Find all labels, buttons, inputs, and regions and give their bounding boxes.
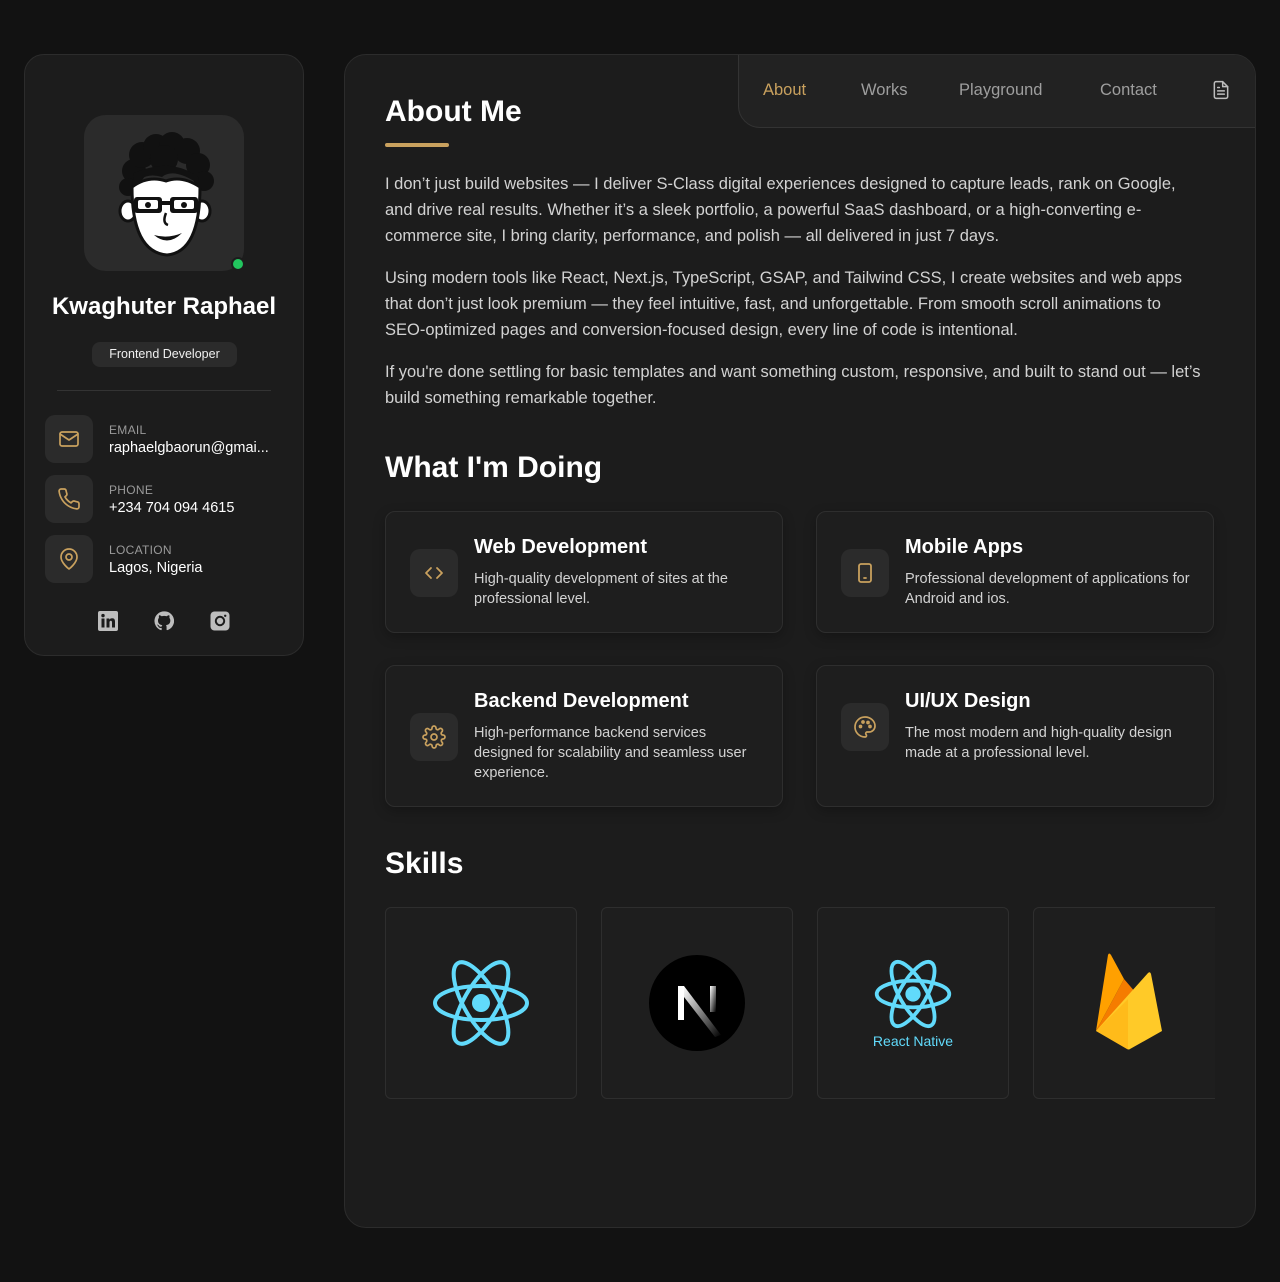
skills-title: Skills [385, 847, 464, 880]
nextjs-icon [649, 955, 745, 1051]
service-card-mobile: Mobile Apps Professional development of … [816, 511, 1214, 633]
social-links [25, 611, 303, 631]
about-paragraph: Using modern tools like React, Next.js, … [385, 269, 1182, 339]
email-value[interactable]: raphaelgbaorun@gmai... [109, 440, 269, 456]
main-content: About Works Playground Contact About Me … [344, 54, 1256, 1228]
document-icon[interactable] [1211, 79, 1231, 106]
skill-caption: React Native [872, 1033, 954, 1049]
profile-name: Kwaghuter Raphael [51, 293, 277, 320]
about-paragraph: If you're done settling for basic templa… [385, 363, 1201, 407]
about-paragraph: I don’t just build websites — I deliver … [385, 175, 1176, 245]
react-native-icon [874, 959, 952, 1029]
mail-icon [45, 415, 93, 463]
top-nav: About Works Playground Contact [738, 55, 1255, 128]
contact-location: LOCATION Lagos, Nigeria [45, 535, 295, 583]
contact-label: PHONE [109, 483, 154, 497]
nav-playground[interactable]: Playground [959, 81, 1042, 100]
react-icon [433, 960, 529, 1046]
nav-works[interactable]: Works [861, 81, 907, 100]
service-title: Web Development [474, 536, 647, 558]
online-status-dot [231, 257, 245, 271]
skill-card-firebase [1033, 907, 1215, 1099]
github-icon[interactable] [154, 611, 174, 631]
services-title: What I'm Doing [385, 451, 603, 484]
code-icon [410, 549, 458, 597]
phone-value[interactable]: +234 704 094 4615 [109, 500, 234, 516]
skill-card-nextjs [601, 907, 793, 1099]
nav-contact[interactable]: Contact [1100, 81, 1157, 100]
skill-card-react [385, 907, 577, 1099]
role-badge: Frontend Developer [92, 342, 237, 367]
about-title: About Me [385, 95, 522, 128]
cartoon-avatar-icon [118, 132, 214, 257]
instagram-icon[interactable] [210, 611, 230, 631]
service-title: Mobile Apps [905, 536, 1024, 558]
location-value: Lagos, Nigeria [109, 560, 203, 576]
service-card-backend: Backend Development High-performance bac… [385, 665, 783, 807]
service-card-web: Web Development High-quality development… [385, 511, 783, 633]
service-title: UI/UX Design [905, 690, 1031, 712]
contact-phone[interactable]: PHONE +234 704 094 4615 [45, 475, 295, 523]
skills-carousel[interactable]: React Native [385, 907, 1215, 1101]
service-card-uiux: UI/UX Design The most modern and high-qu… [816, 665, 1214, 807]
service-desc: Professional development of applications… [905, 571, 1190, 607]
title-underline [385, 143, 449, 147]
palette-icon [841, 703, 889, 751]
contact-email[interactable]: EMAIL raphaelgbaorun@gmai... [45, 415, 295, 463]
profile-sidebar: Kwaghuter Raphael Frontend Developer EMA… [24, 54, 304, 656]
service-desc: High-quality development of sites at the… [474, 571, 728, 607]
location-pin-icon [45, 535, 93, 583]
gear-icon [410, 713, 458, 761]
service-desc: The most modern and high-quality design … [905, 725, 1172, 761]
firebase-icon [1096, 953, 1162, 1050]
divider [57, 390, 271, 391]
service-desc: High-performance backend services design… [474, 725, 747, 781]
avatar [84, 115, 244, 271]
phone-icon [45, 475, 93, 523]
linkedin-icon[interactable] [98, 611, 118, 631]
nav-about[interactable]: About [763, 81, 806, 100]
skill-card-react-native: React Native [817, 907, 1009, 1099]
contact-label: EMAIL [109, 423, 147, 437]
mobile-icon [841, 549, 889, 597]
service-title: Backend Development [474, 690, 689, 712]
contact-label: LOCATION [109, 543, 172, 557]
